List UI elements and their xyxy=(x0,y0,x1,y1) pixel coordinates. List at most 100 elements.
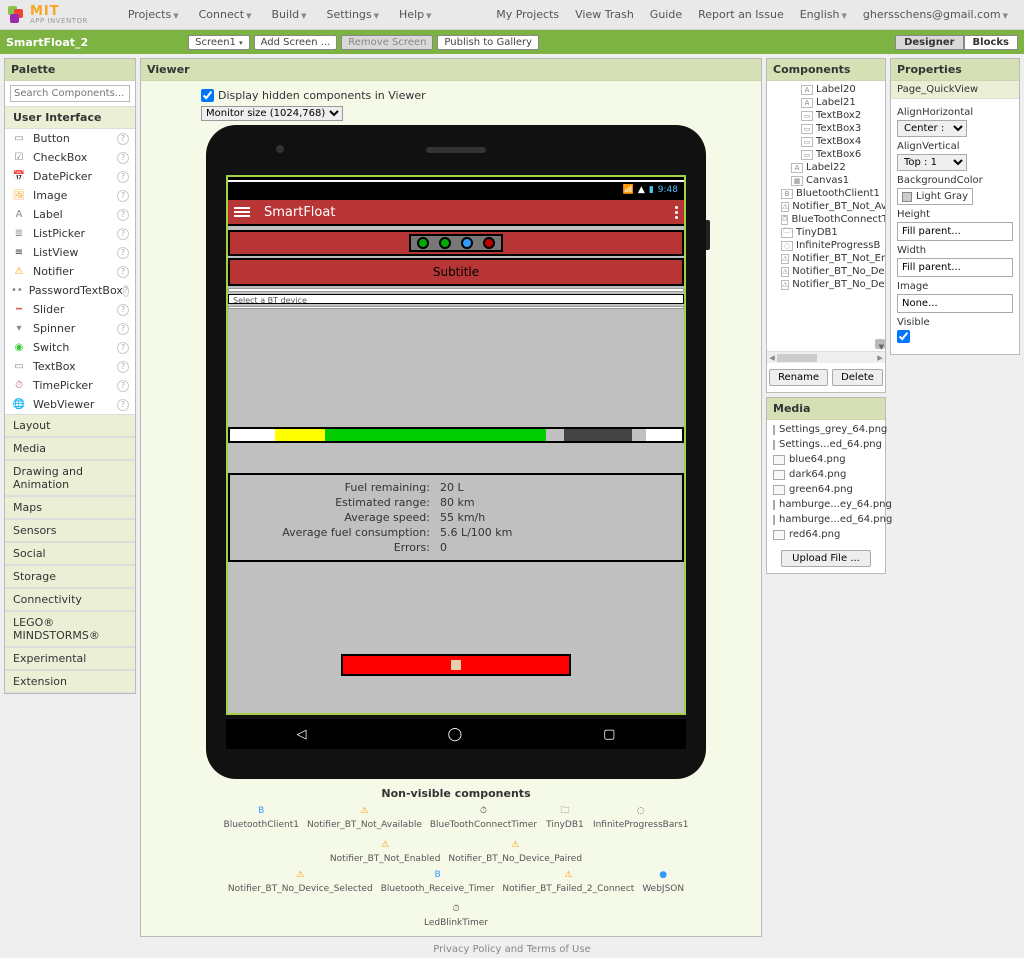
component-tree-item[interactable]: ▭TextBox4 xyxy=(767,135,885,148)
components-scroll-x[interactable]: ◂▸ xyxy=(767,351,885,363)
prop-bgcolor-picker[interactable]: Light Gray xyxy=(897,188,973,205)
publish-button[interactable]: Publish to Gallery xyxy=(437,35,539,50)
help-icon[interactable]: ? xyxy=(117,266,129,278)
link-my-projects[interactable]: My Projects xyxy=(488,4,567,25)
palette-section[interactable]: Drawing and Animation xyxy=(5,460,135,496)
palette-item-button[interactable]: ▭ Button ? xyxy=(5,129,135,148)
prop-alignvertical-select[interactable]: Top : 1 xyxy=(897,154,967,171)
component-tree-item[interactable]: ⚠Notifier_BT_Not_Ena xyxy=(767,252,885,265)
link-guide[interactable]: Guide xyxy=(642,4,690,25)
upload-file-button[interactable]: Upload File ... xyxy=(781,550,871,567)
nonvisible-component[interactable]: ⏱LedBlinkTimer xyxy=(424,902,488,928)
component-tree-item[interactable]: ⚠Notifier_BT_No_Devi xyxy=(767,278,885,291)
palette-section-ui[interactable]: User Interface xyxy=(5,106,135,129)
media-file[interactable]: red64.png xyxy=(773,527,879,542)
hamburger-icon[interactable] xyxy=(234,207,250,217)
help-icon[interactable]: ? xyxy=(117,133,129,145)
help-icon[interactable]: ? xyxy=(123,285,129,297)
palette-section[interactable]: LEGO® MINDSTORMS® xyxy=(5,611,135,647)
media-file[interactable]: green64.png xyxy=(773,482,879,497)
nonvisible-component[interactable]: ⚠Notifier_BT_No_Device_Paired xyxy=(448,838,582,864)
prop-visible-checkbox[interactable] xyxy=(897,330,910,343)
palette-section[interactable]: Extension xyxy=(5,670,135,693)
palette-item-switch[interactable]: ◉ Switch ? xyxy=(5,338,135,357)
media-file[interactable]: Settings_grey_64.png xyxy=(773,422,879,437)
nav-home-icon[interactable]: ◯ xyxy=(448,727,463,742)
component-tree-item[interactable]: ALabel22 xyxy=(767,161,885,174)
monitor-size-select[interactable]: Monitor size (1024,768) xyxy=(201,106,343,121)
component-tree-item[interactable]: ⚠Notifier_BT_Not_Ava xyxy=(767,200,885,213)
palette-item-datepicker[interactable]: 📅 DatePicker ? xyxy=(5,167,135,186)
logo[interactable]: MIT APP INVENTOR xyxy=(8,5,88,25)
component-tree-item[interactable]: ⏱BlueToothConnectTi xyxy=(767,213,885,226)
palette-item-timepicker[interactable]: ⏱ TimePicker ? xyxy=(5,376,135,395)
prop-image-input[interactable] xyxy=(897,294,1013,313)
help-icon[interactable]: ? xyxy=(117,247,129,259)
nonvisible-component[interactable]: BBluetoothClient1 xyxy=(224,804,299,830)
media-file[interactable]: hamburge...ey_64.png xyxy=(773,497,879,512)
prop-height-input[interactable] xyxy=(897,222,1013,241)
link-report-issue[interactable]: Report an Issue xyxy=(690,4,792,25)
palette-item-listpicker[interactable]: ≣ ListPicker ? xyxy=(5,224,135,243)
palette-section[interactable]: Sensors xyxy=(5,519,135,542)
nonvisible-component[interactable]: 🗀TinyDB1 xyxy=(545,804,585,830)
add-screen-button[interactable]: Add Screen ... xyxy=(254,35,338,50)
palette-item-label[interactable]: A Label ? xyxy=(5,205,135,224)
palette-section[interactable]: Social xyxy=(5,542,135,565)
menu-connect[interactable]: Connect▼ xyxy=(189,4,262,25)
help-icon[interactable]: ? xyxy=(117,304,129,316)
blocks-toggle[interactable]: Blocks xyxy=(964,35,1018,50)
rename-button[interactable]: Rename xyxy=(769,369,828,386)
help-icon[interactable]: ? xyxy=(117,228,129,240)
nav-back-icon[interactable]: ◁ xyxy=(297,727,307,742)
component-tree-item[interactable]: 🗀TinyDB1 xyxy=(767,226,885,239)
component-tree-item[interactable]: ALabel20 xyxy=(767,83,885,96)
menu-account[interactable]: ghersschens@gmail.com▼ xyxy=(855,4,1016,25)
palette-section[interactable]: Media xyxy=(5,437,135,460)
component-tree-item[interactable]: ▭TextBox2 xyxy=(767,109,885,122)
palette-item-checkbox[interactable]: ☑ CheckBox ? xyxy=(5,148,135,167)
palette-section[interactable]: Layout xyxy=(5,414,135,437)
menu-projects[interactable]: Projects▼ xyxy=(118,4,189,25)
nonvisible-component[interactable]: ⚠Notifier_BT_Not_Available xyxy=(307,804,422,830)
nonvisible-component[interactable]: ⚠Notifier_BT_No_Device_Selected xyxy=(228,868,373,894)
palette-item-webviewer[interactable]: 🌐 WebViewer ? xyxy=(5,395,135,414)
overflow-icon[interactable] xyxy=(675,206,678,219)
palette-item-textbox[interactable]: ▭ TextBox ? xyxy=(5,357,135,376)
component-tree-item[interactable]: ⚠Notifier_BT_No_Devi xyxy=(767,265,885,278)
palette-item-listview[interactable]: ≡ ListView ? xyxy=(5,243,135,262)
delete-button[interactable]: Delete xyxy=(832,369,883,386)
palette-item-slider[interactable]: ━ Slider ? xyxy=(5,300,135,319)
palette-item-notifier[interactable]: ⚠ Notifier ? xyxy=(5,262,135,281)
help-icon[interactable]: ? xyxy=(117,380,129,392)
palette-search[interactable] xyxy=(10,85,130,102)
menu-help[interactable]: Help▼ xyxy=(389,4,441,25)
screen-selector[interactable]: Screen1 ▾ xyxy=(188,35,249,50)
palette-section[interactable]: Maps xyxy=(5,496,135,519)
remove-screen-button[interactable]: Remove Screen xyxy=(341,35,433,50)
nonvisible-component[interactable]: ⚠Notifier_BT_Failed_2_Connect xyxy=(502,868,634,894)
components-tree[interactable]: ALabel20 ALabel21 ▭TextBox2 ▭TextBox3 ▭T… xyxy=(767,81,885,351)
nonvisible-component[interactable]: ⏱BlueToothConnectTimer xyxy=(430,804,537,830)
help-icon[interactable]: ? xyxy=(117,361,129,373)
media-file[interactable]: hamburge...ed_64.png xyxy=(773,512,879,527)
media-file[interactable]: Settings...ed_64.png xyxy=(773,437,879,452)
component-tree-item[interactable]: ▦Canvas1 xyxy=(767,174,885,187)
menu-settings[interactable]: Settings▼ xyxy=(317,4,390,25)
palette-item-spinner[interactable]: ▾ Spinner ? xyxy=(5,319,135,338)
component-tree-item[interactable]: ▭TextBox3 xyxy=(767,122,885,135)
menu-build[interactable]: Build▼ xyxy=(262,4,317,25)
nonvisible-component[interactable]: BBluetooth_Receive_Timer xyxy=(381,868,495,894)
help-icon[interactable]: ? xyxy=(117,171,129,183)
palette-item-passwordtextbox[interactable]: •• PasswordTextBox ? xyxy=(5,281,135,300)
help-icon[interactable]: ? xyxy=(117,209,129,221)
palette-section[interactable]: Experimental xyxy=(5,647,135,670)
help-icon[interactable]: ? xyxy=(117,190,129,202)
media-file[interactable]: dark64.png xyxy=(773,467,879,482)
component-tree-item[interactable]: ALabel21 xyxy=(767,96,885,109)
nonvisible-component[interactable]: ◌InfiniteProgressBars1 xyxy=(593,804,689,830)
help-icon[interactable]: ? xyxy=(117,399,129,411)
nonvisible-component[interactable]: ●WebJSON xyxy=(642,868,684,894)
components-scroll-y[interactable]: ▼ xyxy=(875,81,885,351)
palette-section[interactable]: Storage xyxy=(5,565,135,588)
